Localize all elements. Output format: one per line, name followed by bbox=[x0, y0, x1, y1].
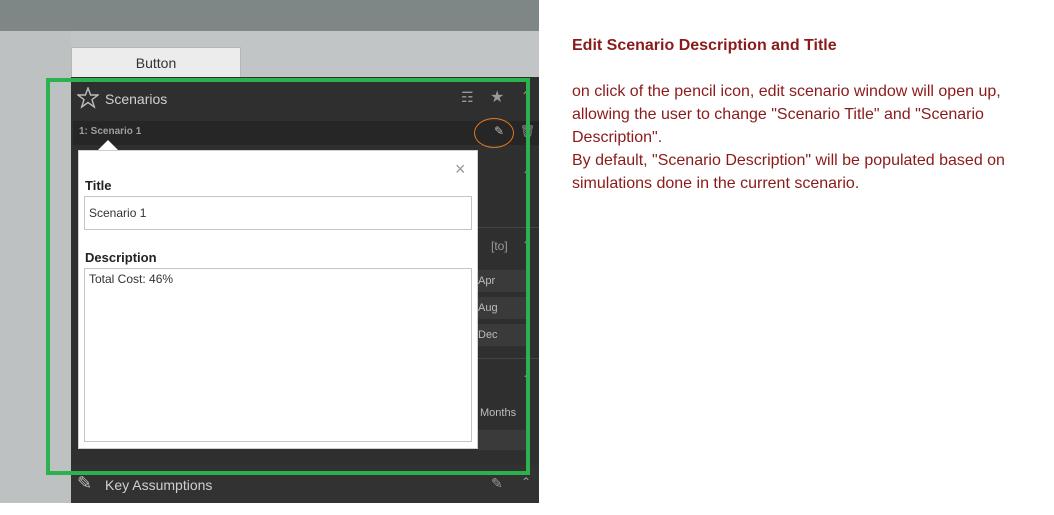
notes-heading: Edit Scenario Description and Title bbox=[572, 37, 837, 54]
notes-paragraph: on click of the pencil icon, edit scenar… bbox=[572, 83, 1001, 146]
pencil-highlight-circle bbox=[474, 118, 514, 148]
chevron-up-icon[interactable]: ⌃ bbox=[521, 475, 531, 489]
key-assumptions-label: Key Assumptions bbox=[105, 477, 213, 493]
highlight-frame bbox=[46, 78, 530, 475]
pencil-icon: ✎ bbox=[77, 473, 93, 493]
notes-paragraph: By default, "Scenario Description" will … bbox=[572, 152, 1005, 192]
top-bar bbox=[0, 0, 539, 31]
edit-note-icon[interactable]: ✎ bbox=[491, 475, 503, 492]
notes-panel: Edit Scenario Description and Title on c… bbox=[572, 34, 1050, 195]
top-button[interactable]: Button bbox=[71, 47, 241, 77]
